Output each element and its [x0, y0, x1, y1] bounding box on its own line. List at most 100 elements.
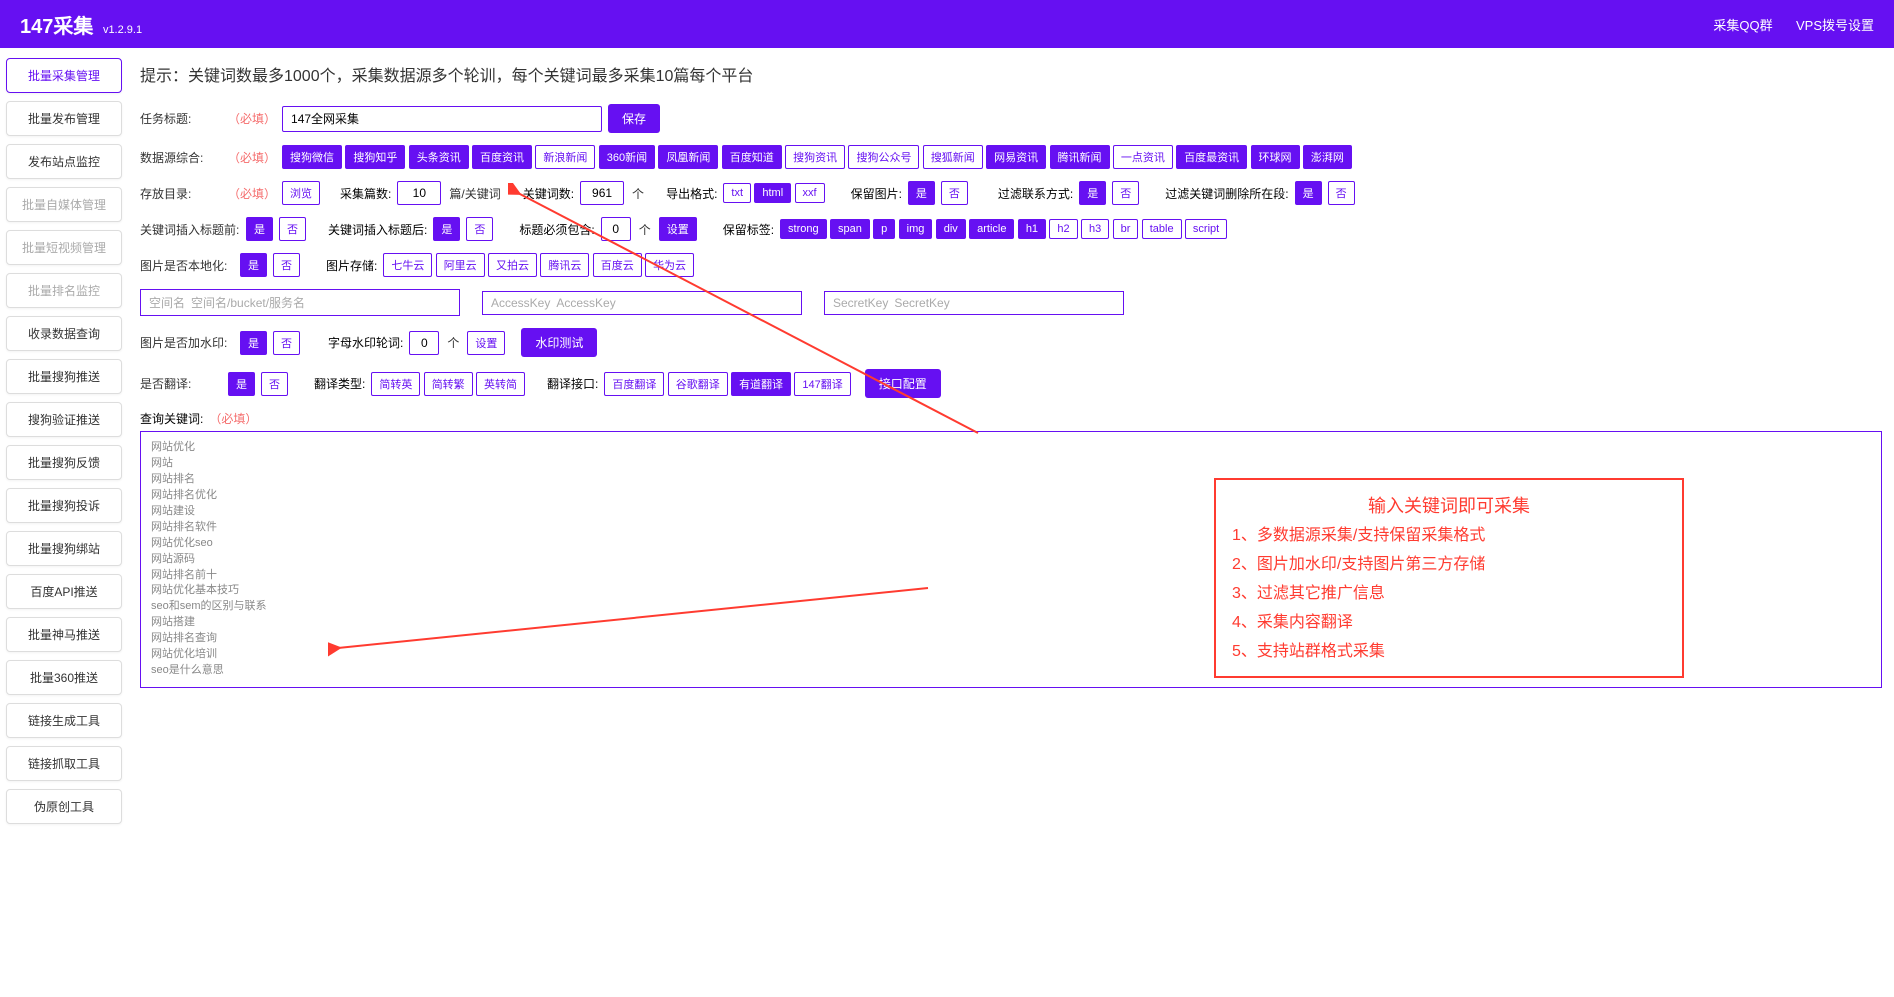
datasource-option[interactable]: 360新闻: [599, 145, 655, 169]
keep-tag-option[interactable]: article: [969, 219, 1014, 239]
browse-button[interactable]: 浏览: [282, 181, 320, 205]
datasource-option[interactable]: 新浪新闻: [535, 145, 595, 169]
sidebar-item[interactable]: 批量排名监控: [6, 273, 122, 308]
datasource-option[interactable]: 百度资讯: [472, 145, 532, 169]
translate-no[interactable]: 否: [261, 372, 288, 396]
sidebar-item[interactable]: 百度API推送: [6, 574, 122, 609]
filter-para-no[interactable]: 否: [1328, 181, 1355, 205]
sidebar-item[interactable]: 批量搜狗反馈: [6, 445, 122, 480]
storage-option[interactable]: 阿里云: [436, 253, 485, 277]
sidebar-item[interactable]: 伪原创工具: [6, 789, 122, 824]
export-format-option[interactable]: txt: [723, 183, 751, 203]
datasource-option[interactable]: 腾讯新闻: [1050, 145, 1110, 169]
datasource-option[interactable]: 凤凰新闻: [658, 145, 718, 169]
datasource-option[interactable]: 百度知道: [722, 145, 782, 169]
datasource-option[interactable]: 环球网: [1251, 145, 1300, 169]
img-local-yes[interactable]: 是: [240, 253, 267, 277]
space-name-field[interactable]: 空间名 空间名/bucket/服务名: [140, 289, 460, 316]
export-format-option[interactable]: xxf: [795, 183, 825, 203]
keep-tag-option[interactable]: div: [936, 219, 966, 239]
api-config-button[interactable]: 接口配置: [865, 369, 941, 398]
storage-option[interactable]: 腾讯云: [540, 253, 589, 277]
insert-before-no[interactable]: 否: [279, 217, 306, 241]
storage-option[interactable]: 百度云: [593, 253, 642, 277]
datasource-option[interactable]: 搜狗知乎: [345, 145, 405, 169]
datasource-option[interactable]: 一点资讯: [1113, 145, 1173, 169]
keep-image-yes[interactable]: 是: [908, 181, 935, 205]
keep-tag-option[interactable]: h3: [1081, 219, 1109, 239]
datasource-option[interactable]: 百度最资讯: [1176, 145, 1247, 169]
datasource-option[interactable]: 搜狗资讯: [785, 145, 845, 169]
vps-settings-link[interactable]: VPS拨号设置: [1796, 18, 1874, 33]
datasource-option[interactable]: 头条资讯: [409, 145, 469, 169]
datasource-option[interactable]: 搜狐新闻: [923, 145, 983, 169]
keep-image-no[interactable]: 否: [941, 181, 968, 205]
datasource-option[interactable]: 澎湃网: [1303, 145, 1352, 169]
sidebar-item[interactable]: 批量神马推送: [6, 617, 122, 652]
datasource-option[interactable]: 网易资讯: [986, 145, 1046, 169]
translate-type-option[interactable]: 英转简: [476, 372, 525, 396]
translate-yes[interactable]: 是: [228, 372, 255, 396]
title-must-count[interactable]: [601, 217, 631, 241]
sidebar-item[interactable]: 批量短视频管理: [6, 230, 122, 265]
storage-option[interactable]: 七牛云: [383, 253, 432, 277]
translate-api-option[interactable]: 147翻译: [794, 372, 850, 396]
sidebar-item[interactable]: 批量发布管理: [6, 101, 122, 136]
filter-para-yes[interactable]: 是: [1295, 181, 1322, 205]
translate-type-option[interactable]: 简转英: [371, 372, 420, 396]
datasource-option[interactable]: 搜狗公众号: [848, 145, 919, 169]
insert-before-yes[interactable]: 是: [246, 217, 273, 241]
keyword-line: 网站优化培训: [151, 647, 1871, 663]
qq-group-link[interactable]: 采集QQ群: [1713, 18, 1772, 33]
translate-type-option[interactable]: 简转繁: [424, 372, 473, 396]
sidebar-item[interactable]: 批量采集管理: [6, 58, 122, 93]
watermark-yes[interactable]: 是: [240, 331, 267, 355]
keep-tag-option[interactable]: img: [899, 219, 933, 239]
storage-option[interactable]: 华为云: [645, 253, 694, 277]
keep-image-label: 保留图片:: [851, 185, 902, 202]
sidebar-item[interactable]: 批量自媒体管理: [6, 187, 122, 222]
img-local-no[interactable]: 否: [273, 253, 300, 277]
sidebar-item[interactable]: 批量搜狗推送: [6, 359, 122, 394]
letter-set-button[interactable]: 设置: [467, 331, 505, 355]
access-key-field[interactable]: AccessKey AccessKey: [482, 291, 802, 315]
keep-tag-option[interactable]: table: [1142, 219, 1182, 239]
letter-rotate-input[interactable]: [409, 331, 439, 355]
keep-tag-option[interactable]: p: [873, 219, 895, 239]
sidebar-item[interactable]: 搜狗验证推送: [6, 402, 122, 437]
keyword-line: 网站排名前十: [151, 568, 1871, 584]
sidebar-item[interactable]: 批量搜狗绑站: [6, 531, 122, 566]
translate-api-option[interactable]: 有道翻译: [731, 372, 791, 396]
keep-tag-option[interactable]: strong: [780, 219, 827, 239]
insert-after-yes[interactable]: 是: [433, 217, 460, 241]
secret-key-field[interactable]: SecretKey SecretKey: [824, 291, 1124, 315]
save-button[interactable]: 保存: [608, 104, 660, 133]
sidebar-item[interactable]: 批量搜狗投诉: [6, 488, 122, 523]
export-format-option[interactable]: html: [754, 183, 791, 203]
watermark-test-button[interactable]: 水印测试: [521, 328, 597, 357]
sidebar-item[interactable]: 批量360推送: [6, 660, 122, 695]
storage-option[interactable]: 又拍云: [488, 253, 537, 277]
sidebar-item[interactable]: 链接抓取工具: [6, 746, 122, 781]
sidebar-item[interactable]: 发布站点监控: [6, 144, 122, 179]
translate-api-option[interactable]: 谷歌翻译: [668, 372, 728, 396]
filter-contact-yes[interactable]: 是: [1079, 181, 1106, 205]
keyword-textarea[interactable]: 网站优化网站网站排名网站排名优化网站建设网站排名软件网站优化seo网站源码网站排…: [140, 431, 1882, 688]
keep-tag-option[interactable]: span: [830, 219, 870, 239]
keyword-count-input[interactable]: [580, 181, 624, 205]
translate-api-option[interactable]: 百度翻译: [604, 372, 664, 396]
keep-tag-option[interactable]: br: [1113, 219, 1139, 239]
filter-contact-no[interactable]: 否: [1112, 181, 1139, 205]
sidebar-item[interactable]: 链接生成工具: [6, 703, 122, 738]
task-title-input[interactable]: [282, 106, 602, 132]
sidebar: 批量采集管理批量发布管理发布站点监控批量自媒体管理批量短视频管理批量排名监控收录…: [0, 48, 128, 842]
sidebar-item[interactable]: 收录数据查询: [6, 316, 122, 351]
datasource-option[interactable]: 搜狗微信: [282, 145, 342, 169]
collect-count-input[interactable]: [397, 181, 441, 205]
title-must-set[interactable]: 设置: [659, 217, 697, 241]
keep-tag-option[interactable]: script: [1185, 219, 1227, 239]
insert-after-no[interactable]: 否: [466, 217, 493, 241]
watermark-no[interactable]: 否: [273, 331, 300, 355]
keep-tag-option[interactable]: h2: [1049, 219, 1077, 239]
keep-tag-option[interactable]: h1: [1018, 219, 1046, 239]
